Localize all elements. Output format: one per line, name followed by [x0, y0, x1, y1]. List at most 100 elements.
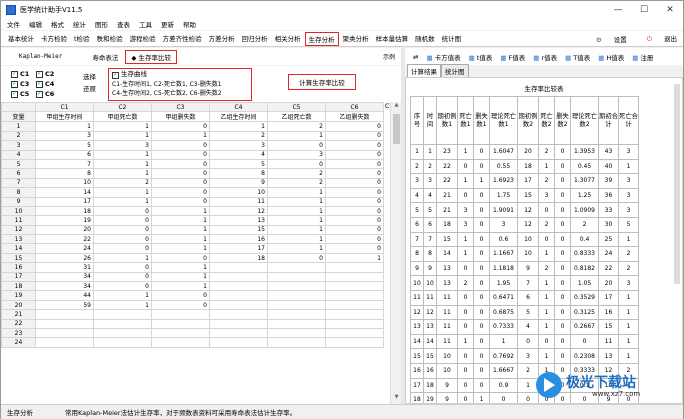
data-cell[interactable]: 0 [151, 149, 210, 160]
data-cell[interactable]: 1 [93, 168, 152, 179]
data-cell[interactable] [209, 290, 268, 301]
data-cell[interactable]: 1 [151, 205, 210, 217]
menu-item[interactable]: 格式 [51, 19, 64, 29]
data-cell[interactable]: 0 [151, 187, 210, 198]
data-cell[interactable]: 0 [151, 299, 210, 311]
data-cell[interactable]: 18 [209, 252, 268, 264]
column-header[interactable]: C2 [93, 102, 152, 113]
data-cell[interactable] [209, 327, 268, 339]
data-cell[interactable]: 19 [35, 215, 94, 226]
data-cell[interactable]: 44 [35, 290, 94, 301]
data-cell[interactable]: 1 [93, 196, 152, 207]
data-cell[interactable] [35, 327, 94, 339]
data-cell[interactable]: 1 [35, 121, 94, 132]
data-cell[interactable]: 0 [93, 234, 152, 245]
menu-item[interactable]: 统计 [73, 19, 86, 29]
data-cell[interactable] [35, 337, 94, 348]
data-cell[interactable]: 1 [151, 271, 210, 283]
data-cell[interactable]: 0 [325, 224, 384, 236]
variable-checkbox[interactable]: ✓ C3 [11, 80, 36, 88]
data-cell[interactable]: 1 [93, 252, 152, 264]
data-cell[interactable]: 0 [267, 252, 326, 264]
tab-item[interactable]: 游程检验 [127, 32, 159, 46]
close-button[interactable]: ✕ [657, 1, 683, 18]
data-cell[interactable] [209, 299, 268, 311]
data-cell[interactable]: 0 [93, 205, 152, 217]
example-button[interactable]: 示例 [383, 52, 395, 61]
data-cell[interactable] [267, 309, 326, 320]
data-cell[interactable]: 0 [267, 140, 326, 151]
data-cell[interactable]: 0 [93, 262, 152, 273]
variable-checkbox[interactable]: ✓ C1 [11, 70, 36, 78]
data-cell[interactable] [151, 318, 210, 330]
data-cell[interactable]: 0 [151, 252, 210, 264]
data-cell[interactable]: 0 [93, 224, 152, 236]
data-cell[interactable]: 1 [151, 281, 210, 292]
data-cell[interactable]: 0 [325, 196, 384, 207]
column-header[interactable]: C5 [267, 102, 326, 113]
tab-item[interactable]: 回归分析 [239, 32, 271, 46]
menu-item[interactable]: 图形 [95, 19, 108, 29]
data-cell[interactable]: 1 [267, 196, 326, 207]
data-cell[interactable]: 11 [209, 196, 268, 207]
data-cell[interactable]: 0 [151, 177, 210, 189]
data-cell[interactable]: 34 [35, 281, 94, 292]
variable-checkbox[interactable]: ✓ C2 [36, 70, 61, 78]
data-cell[interactable]: 15 [209, 224, 268, 236]
data-cell[interactable] [325, 290, 384, 301]
tab-item[interactable]: 方差齐性检验 [160, 32, 205, 46]
data-cell[interactable] [325, 262, 384, 273]
data-cell[interactable]: 1 [93, 121, 152, 132]
data-cell[interactable]: 0 [325, 187, 384, 198]
data-cell[interactable] [267, 262, 326, 273]
data-cell[interactable] [267, 318, 326, 330]
data-cell[interactable]: 1 [267, 243, 326, 254]
restore-button[interactable]: 还原 [83, 83, 96, 95]
tab-item[interactable]: 生存分析 [304, 31, 339, 46]
menu-item[interactable]: 文件 [7, 19, 20, 29]
variable-name-cell[interactable]: 乙组死亡数 [267, 111, 326, 123]
variable-name-cell[interactable]: 甲组删失数 [151, 111, 210, 123]
data-cell[interactable] [325, 337, 384, 348]
data-cell[interactable]: 1 [151, 262, 210, 273]
data-cell[interactable]: 31 [35, 262, 94, 273]
data-cell[interactable]: 2 [267, 121, 326, 132]
variable-name-cell[interactable]: 乙组生存时间 [209, 111, 268, 123]
menu-item[interactable]: 工具 [139, 19, 152, 29]
lookup-button[interactable]: ▦ 注册 [632, 52, 653, 62]
data-cell[interactable] [93, 318, 152, 330]
data-cell[interactable]: 9 [209, 177, 268, 189]
data-cell[interactable]: 1 [151, 243, 210, 254]
data-cell[interactable]: 8 [35, 168, 94, 179]
data-cell[interactable]: 13 [209, 215, 268, 226]
data-cell[interactable]: 1 [267, 187, 326, 198]
variable-checkbox[interactable]: ✓ C5 [11, 90, 36, 98]
data-cell[interactable] [267, 290, 326, 301]
data-cell[interactable] [267, 281, 326, 292]
data-cell[interactable]: 16 [209, 234, 268, 245]
data-cell[interactable]: 3 [93, 140, 152, 151]
data-cell[interactable] [325, 299, 384, 311]
data-cell[interactable]: 14 [35, 187, 94, 198]
exit-button[interactable]: ⏻ 退出 [637, 33, 677, 44]
data-cell[interactable] [267, 299, 326, 311]
tab-item[interactable]: 统计图 [439, 32, 465, 46]
calculate-button[interactable]: 计算生存率比较 [288, 74, 356, 90]
data-cell[interactable] [209, 271, 268, 283]
tab-item[interactable]: t检验 [71, 32, 93, 46]
data-cell[interactable]: 1 [151, 234, 210, 245]
data-cell[interactable]: 0 [325, 121, 384, 132]
data-cell[interactable]: 10 [35, 177, 94, 189]
data-cell[interactable]: 2 [267, 177, 326, 189]
data-cell[interactable]: 0 [151, 290, 210, 301]
data-cell[interactable]: 1 [267, 130, 326, 142]
data-cell[interactable]: 10 [209, 187, 268, 198]
swap-icon[interactable]: ⇄ [413, 53, 418, 61]
data-cell[interactable]: 26 [35, 252, 94, 264]
data-cell[interactable]: 0 [93, 243, 152, 254]
life-table-button[interactable]: 寿命表法 [92, 52, 118, 62]
data-cell[interactable]: 1 [267, 224, 326, 236]
data-cell[interactable]: 20 [35, 224, 94, 236]
data-cell[interactable]: 0 [325, 140, 384, 151]
data-cell[interactable]: 1 [267, 215, 326, 226]
